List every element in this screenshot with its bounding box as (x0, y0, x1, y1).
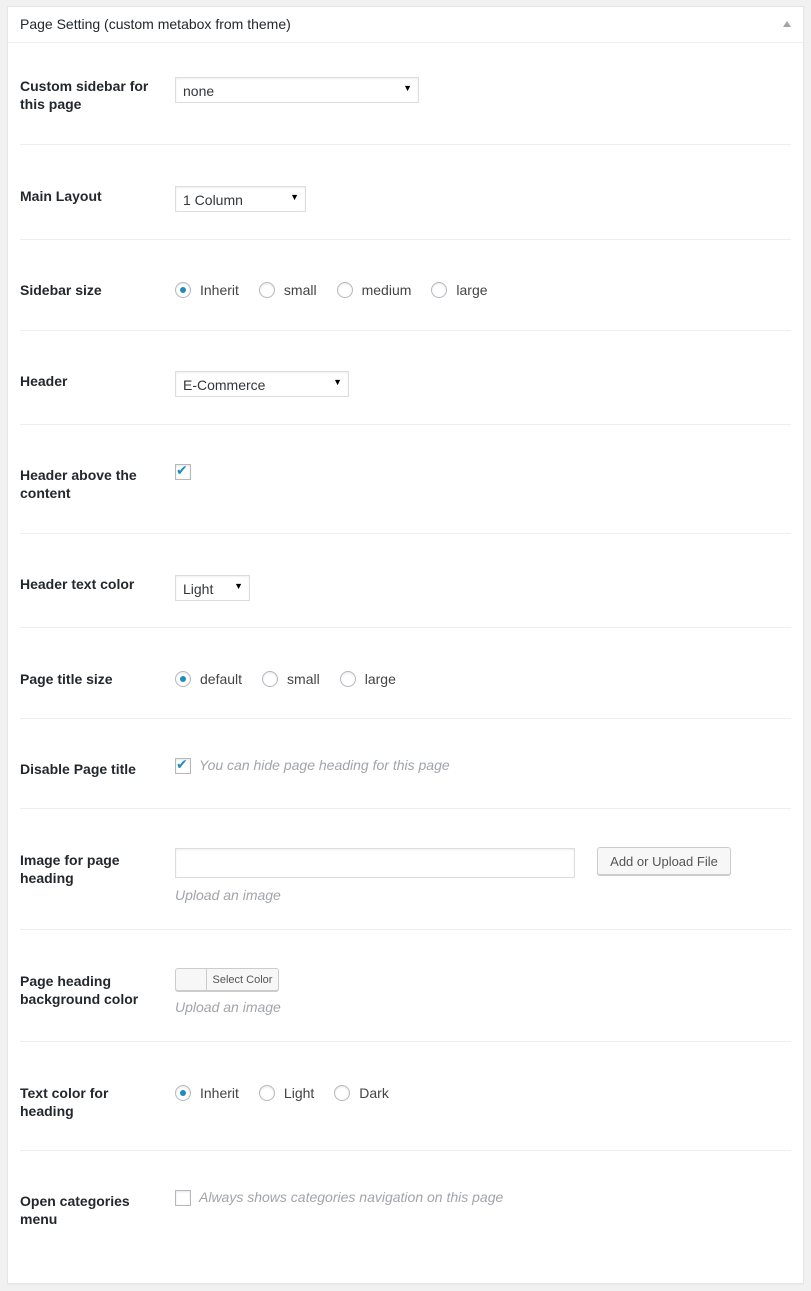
radio-label: small (283, 282, 317, 298)
header-select[interactable]: E-Commerce ▼ (175, 371, 349, 397)
main-layout-value: 1 Column (183, 192, 243, 208)
custom-sidebar-label: Custom sidebar for this page (20, 78, 149, 112)
radio-label: large (456, 282, 488, 298)
custom-sidebar-select[interactable]: none ▼ (175, 77, 419, 103)
radio-label: small (287, 671, 320, 687)
main-layout-label: Main Layout (20, 188, 102, 204)
header-text-color-value: Light (183, 581, 214, 597)
add-upload-file-button[interactable]: Add or Upload File (597, 847, 731, 875)
image-page-heading-description: Upload an image (175, 887, 281, 903)
radio-button[interactable] (339, 671, 356, 687)
divider (20, 1041, 791, 1042)
metabox-title: Page Setting (custom metabox from theme) (20, 16, 291, 32)
text-color-heading-radio-group: Inherit Light Dark (175, 1083, 409, 1103)
header-label: Header (20, 373, 68, 389)
divider (20, 1150, 791, 1151)
radio-button[interactable] (262, 671, 279, 687)
sidebar-size-radio-group: Inherit small medium large (175, 280, 508, 300)
disable-page-title-label: Disable Page title (20, 761, 136, 777)
page-setting-metabox: Page Setting (custom metabox from theme)… (7, 6, 804, 1284)
sidebar-size-option-large[interactable]: large (431, 282, 488, 298)
header-above-content-label: Header above the content (20, 467, 137, 501)
select-color-label: Select Color (212, 973, 273, 986)
page-title-size-option-default[interactable]: default (175, 671, 242, 687)
page-title-size-label: Page title size (20, 671, 113, 687)
divider (20, 424, 791, 425)
disable-page-title-checkbox[interactable]: ✔ (175, 756, 191, 774)
open-categories-menu-checkbox[interactable] (175, 1190, 191, 1206)
open-categories-menu-label: Open categories menu (20, 1193, 130, 1227)
sidebar-size-label: Sidebar size (20, 282, 102, 298)
check-icon: ✔ (176, 756, 188, 772)
page-heading-bg-color-description: Upload an image (175, 999, 281, 1015)
text-color-option-inherit[interactable]: Inherit (175, 1085, 239, 1101)
page-title-size-option-small[interactable]: small (262, 671, 320, 687)
toggle-panel-icon[interactable] (783, 21, 791, 27)
divider (20, 808, 791, 809)
radio-label: medium (361, 282, 412, 298)
divider (20, 144, 791, 145)
divider (20, 627, 791, 628)
radio-button[interactable] (431, 282, 448, 298)
radio-label: large (364, 671, 396, 687)
radio-label: Dark (359, 1085, 389, 1101)
select-color-button[interactable]: Select Color (175, 968, 279, 991)
divider (20, 239, 791, 240)
radio-button[interactable] (258, 282, 275, 298)
radio-label: Light (283, 1085, 315, 1101)
header-text-color-select[interactable]: Light ▼ (175, 575, 250, 601)
image-page-heading-label: Image for page heading (20, 852, 120, 886)
divider (20, 533, 791, 534)
page-heading-bg-color-label: Page heading background color (20, 973, 139, 1007)
divider (20, 330, 791, 331)
sidebar-size-option-inherit[interactable]: Inherit (175, 282, 239, 298)
radio-label: Inherit (200, 282, 239, 298)
radio-button[interactable] (258, 1085, 275, 1101)
metabox-header[interactable]: Page Setting (custom metabox from theme) (8, 7, 803, 43)
caret-down-icon: ▼ (234, 581, 243, 591)
sidebar-size-option-medium[interactable]: medium (336, 282, 412, 298)
radio-label: Inherit (200, 1085, 239, 1101)
header-text-color-label: Header text color (20, 576, 135, 592)
radio-button[interactable] (336, 282, 353, 298)
image-url-input[interactable] (175, 848, 575, 878)
caret-down-icon: ▼ (333, 377, 342, 387)
text-color-heading-label: Text color for heading (20, 1085, 109, 1119)
radio-button[interactable] (175, 671, 191, 687)
page-title-size-radio-group: default small large (175, 669, 416, 689)
header-value: E-Commerce (183, 377, 266, 393)
text-color-option-light[interactable]: Light (258, 1085, 315, 1101)
text-color-option-dark[interactable]: Dark (334, 1085, 389, 1101)
divider (20, 718, 791, 719)
custom-sidebar-value: none (183, 83, 215, 99)
sidebar-size-option-small[interactable]: small (258, 282, 317, 298)
check-icon: ✔ (176, 462, 188, 478)
disable-page-title-description: You can hide page heading for this page (199, 757, 450, 773)
open-categories-menu-description: Always shows categories navigation on th… (199, 1189, 504, 1205)
radio-label: default (200, 671, 243, 687)
radio-button[interactable] (175, 282, 191, 298)
caret-down-icon: ▼ (403, 83, 412, 93)
caret-down-icon: ▼ (290, 192, 299, 202)
main-layout-select[interactable]: 1 Column ▼ (175, 186, 306, 212)
radio-button[interactable] (334, 1085, 351, 1101)
divider (20, 929, 791, 930)
page-title-size-option-large[interactable]: large (339, 671, 396, 687)
color-swatch (176, 969, 207, 990)
header-above-content-checkbox[interactable]: ✔ (175, 462, 191, 480)
radio-button[interactable] (175, 1085, 191, 1101)
